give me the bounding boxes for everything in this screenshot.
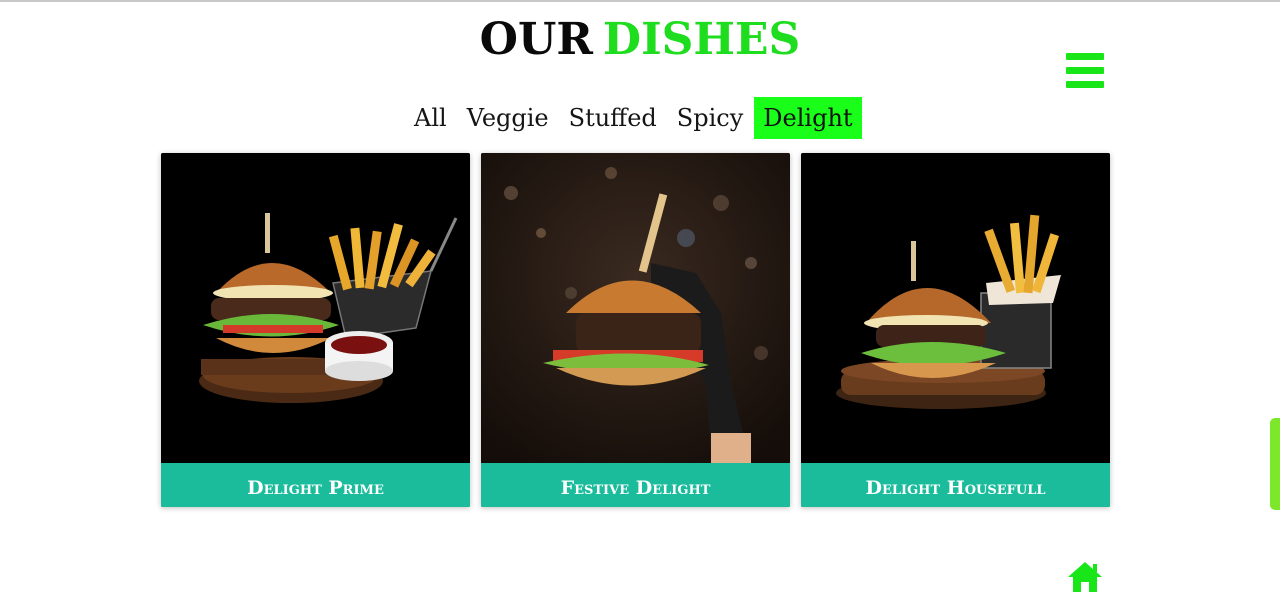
dish-card-delight-housefull[interactable]: Delight Housefull	[801, 153, 1110, 507]
filter-stuffed[interactable]: Stuffed	[560, 97, 666, 139]
menu-bar	[1066, 67, 1104, 74]
title-word-our: OUR	[479, 14, 593, 65]
burger-on-board-image	[801, 153, 1110, 463]
burger-in-gloved-hand-image	[481, 153, 790, 463]
dish-name: Festive Delight	[481, 463, 790, 507]
dish-name: Delight Housefull	[801, 463, 1110, 507]
filter-bar: All Veggie Stuffed Spicy Delight	[405, 97, 864, 139]
dish-card-festive-delight[interactable]: Festive Delight	[481, 153, 790, 507]
filter-delight[interactable]: Delight	[754, 97, 862, 139]
filter-all[interactable]: All	[405, 97, 456, 139]
menu-bar	[1066, 81, 1104, 88]
hamburger-menu-icon[interactable]	[1066, 53, 1104, 89]
burger-with-fries-image	[161, 153, 470, 463]
filter-spicy[interactable]: Spicy	[668, 97, 752, 139]
top-border	[0, 0, 1280, 2]
filter-veggie[interactable]: Veggie	[458, 97, 558, 139]
home-icon[interactable]	[1066, 560, 1104, 594]
dish-card-delight-prime[interactable]: Delight Prime	[161, 153, 470, 507]
scrollbar-thumb[interactable]	[1270, 418, 1280, 510]
title-word-dishes: DISHES	[602, 14, 801, 65]
dish-name: Delight Prime	[161, 463, 470, 507]
menu-bar	[1066, 53, 1104, 60]
